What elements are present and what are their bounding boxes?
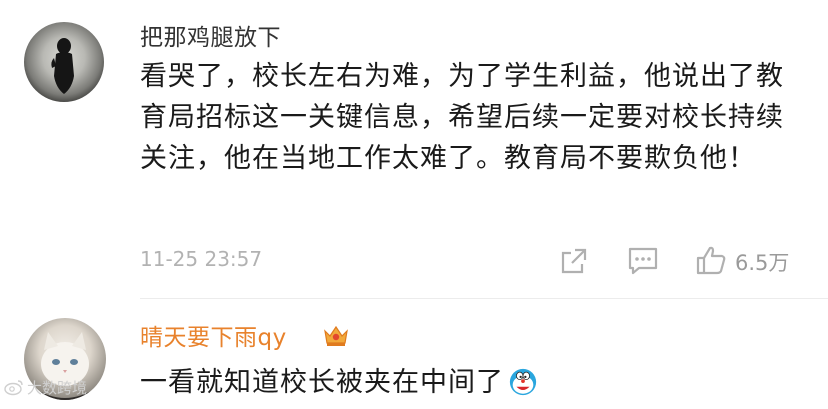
like-count: 6.5万	[735, 251, 790, 275]
comment-text-content: 一看就知道校长被夹在中间了	[140, 367, 504, 398]
comment-username[interactable]: 把那鸡腿放下	[140, 18, 281, 52]
comment-timestamp: 11-25 23:57	[140, 247, 263, 271]
watermark-text: 大数跨境	[27, 378, 88, 397]
weibo-logo-icon	[4, 380, 23, 396]
share-icon[interactable]	[560, 247, 588, 275]
comment-icon[interactable]	[628, 247, 658, 275]
comment-text: 看哭了，校长左右为难，为了学生利益，他说出了教育局招标这一关键信息，希望后续一定…	[140, 61, 784, 174]
comment-text: 一看就知道校长被夹在中间了	[140, 362, 800, 409]
watermark: 大数跨境	[4, 376, 87, 398]
comment-item: 晴天要下雨qy 一看就知道校长被夹在中间了	[0, 300, 828, 403]
comment-divider	[140, 298, 828, 299]
avatar-silhouette-icon	[51, 38, 74, 94]
comment-item: 把那鸡腿放下 看哭了，校长左右为难，为了学生利益，他说出了教育局招标这一关键信息…	[0, 0, 828, 300]
avatar[interactable]	[24, 22, 104, 102]
like-icon[interactable]	[695, 244, 727, 276]
crown-badge-icon	[324, 325, 348, 346]
comment-username[interactable]: 晴天要下雨qy	[140, 318, 287, 352]
